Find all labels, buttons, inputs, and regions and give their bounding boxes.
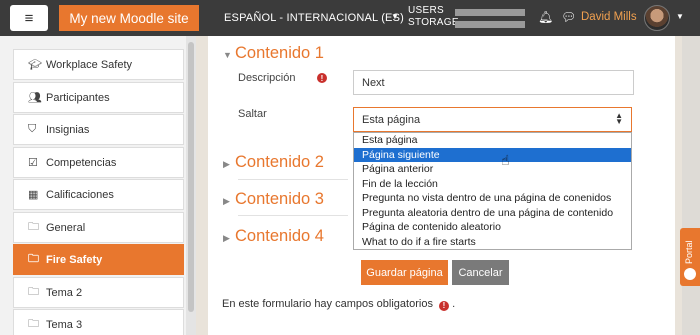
language-caret-icon[interactable]: ▼ — [391, 12, 399, 21]
folder-icon: 🗀 — [28, 221, 39, 233]
jump-select-value: Esta página — [362, 113, 421, 126]
sidebar-item-label: Tema 2 — [46, 286, 83, 299]
users-icon: 👥︎ — [28, 92, 42, 104]
section-contenido-2[interactable]: ▶ Contenido 2 — [223, 153, 324, 172]
required-fields-note: En este formulario hay campos obligatori… — [222, 298, 456, 311]
sidebar-item-workplace-safety[interactable]: 🎓︎ Workplace Safety — [13, 49, 184, 80]
user-name[interactable]: David Mills — [581, 11, 637, 23]
collapsed-caret-icon: ▶ — [223, 196, 230, 206]
mouse-pointer-icon: ☝︎ — [501, 152, 510, 168]
dropdown-option[interactable]: Fin de la lección — [354, 177, 631, 192]
checkbox-icon: ☑ — [28, 157, 38, 169]
section-contenido-1[interactable]: ▼ Contenido 1 — [223, 44, 324, 63]
sidebar-item-label: Fire Safety — [46, 253, 103, 266]
portal-logo-icon — [684, 268, 696, 280]
sidebar-item-label: Participantes — [46, 91, 110, 104]
divider — [238, 215, 348, 216]
sidebar-item-fire-safety[interactable]: 🗀 Fire Safety — [13, 244, 184, 275]
bell-icon[interactable]: 🔔︎ — [538, 10, 553, 24]
sidebar-item-competencias[interactable]: ☑ Competencias — [13, 147, 184, 178]
collapsed-caret-icon: ▶ — [223, 233, 230, 243]
sidebar-item-label: Workplace Safety — [46, 58, 133, 71]
select-arrows-icon: ▲ ▼ — [615, 111, 623, 126]
dropdown-option[interactable]: Página de contenido aleatorio — [354, 220, 631, 235]
divider — [238, 179, 348, 180]
storage-usage-bar — [455, 21, 525, 28]
right-edge-strip — [682, 36, 700, 335]
folder-icon: 🗀 — [28, 286, 39, 298]
user-menu-caret-icon[interactable]: ▼ — [676, 12, 684, 21]
dropdown-option-highlighted[interactable]: Página siguiente — [354, 147, 631, 162]
sidebar-item-label: General — [46, 221, 86, 234]
jump-dropdown-list: Esta página Página siguiente Página ante… — [353, 132, 632, 250]
site-name-link[interactable]: My new Moodle site — [59, 5, 199, 31]
dropdown-option[interactable]: Pregunta aleatoria dentro de una página … — [354, 206, 631, 221]
description-input[interactable]: Next — [353, 70, 634, 95]
dropdown-option[interactable]: What to do if a fire starts — [354, 235, 631, 250]
jump-label: Saltar — [238, 108, 267, 120]
sidebar-item-tema-3[interactable]: 🗀 Tema 3 — [13, 309, 184, 335]
description-label: Descripción — [238, 72, 296, 84]
mortarboard-icon: 🎓︎ — [28, 59, 42, 71]
sidebar-item-label: Tema 3 — [46, 318, 83, 331]
jump-select[interactable]: Esta página ▲ ▼ — [353, 107, 632, 132]
sidebar-item-general[interactable]: 🗀 General — [13, 212, 184, 243]
sidebar-item-tema-2[interactable]: 🗀 Tema 2 — [13, 277, 184, 308]
collapsed-caret-icon: ▶ — [223, 159, 230, 169]
expanded-caret-icon: ▼ — [223, 50, 232, 60]
dropdown-option[interactable]: Página anterior — [354, 162, 631, 177]
sidebar-item-label: Calificaciones — [46, 188, 114, 201]
storage-labels: USERS STORAGE — [408, 5, 459, 29]
sidebar-item-calificaciones[interactable]: ▦ Calificaciones — [13, 179, 184, 210]
folder-icon: 🗀 — [28, 318, 39, 330]
storage-label: STORAGE — [408, 17, 459, 28]
sidebar-item-participantes[interactable]: 👥︎ Participantes — [13, 82, 184, 113]
save-page-button[interactable]: Guardar página — [361, 260, 448, 285]
dropdown-option[interactable]: Pregunta no vista dentro de una página d… — [354, 191, 631, 206]
required-icon: ! — [317, 73, 327, 83]
sidebar-item-label: Competencias — [46, 156, 117, 169]
avatar[interactable] — [644, 5, 670, 31]
users-usage-bar — [455, 9, 525, 16]
language-menu[interactable]: ESPAÑOL - INTERNACIONAL (ES) — [224, 12, 404, 24]
sidebar-item-insignias[interactable]: ⛉ Insignias — [13, 114, 184, 145]
top-navbar: ≡ My new Moodle site ESPAÑOL - INTERNACI… — [0, 0, 700, 36]
sidebar-item-label: Insignias — [46, 123, 90, 136]
dropdown-option[interactable]: Esta página — [354, 133, 631, 148]
cancel-button[interactable]: Cancelar — [452, 260, 509, 285]
section-contenido-4[interactable]: ▶ Contenido 4 — [223, 227, 324, 246]
shield-icon: ⛉ — [28, 123, 37, 135]
chat-icon[interactable]: 💬︎ — [561, 10, 576, 24]
section-contenido-3[interactable]: ▶ Contenido 3 — [223, 190, 324, 209]
folder-icon: 🗀 — [28, 253, 39, 265]
table-icon: ▦ — [28, 189, 39, 201]
hamburger-icon[interactable]: ≡ — [10, 5, 48, 31]
sidebar-scrollbar-thumb[interactable] — [188, 42, 194, 312]
portal-tab-label: Portal — [684, 240, 694, 264]
users-label: USERS — [408, 5, 444, 16]
required-icon: ! — [439, 300, 450, 311]
